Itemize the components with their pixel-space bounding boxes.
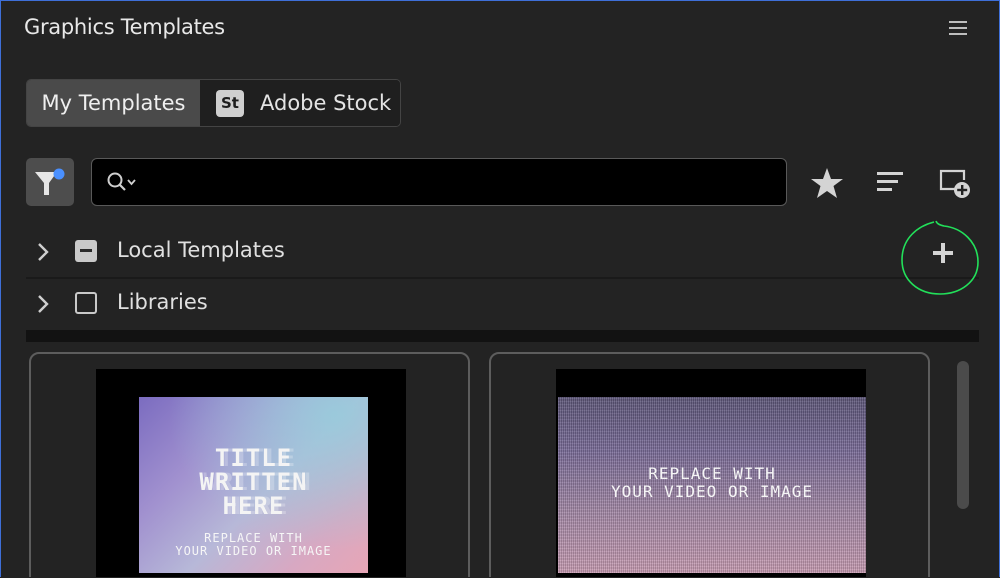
local-templates-label: Local Templates xyxy=(117,238,285,262)
sort-lines-icon[interactable] xyxy=(875,167,909,201)
source-row-libraries[interactable]: Libraries xyxy=(26,279,979,329)
tab-my-templates-label: My Templates xyxy=(41,91,186,115)
scrollbar-thumb[interactable] xyxy=(957,361,969,509)
filter-icon xyxy=(35,168,65,195)
tab-adobe-stock[interactable]: St Adobe Stock xyxy=(200,80,400,126)
panel-title: Graphics Templates xyxy=(24,15,225,39)
tab-my-templates[interactable]: My Templates xyxy=(27,80,200,126)
template-thumbnail: TITLE WRITTEN HERE REPLACE WITH YOUR VID… xyxy=(96,369,406,577)
section-divider xyxy=(26,330,979,342)
thumbnail-caption: REPLACE WITH YOUR VIDEO OR IMAGE xyxy=(610,464,814,501)
chevron-right-icon[interactable] xyxy=(36,242,50,262)
graphics-templates-panel: Graphics Templates My Templates St Adobe… xyxy=(0,0,1000,577)
hamburger-menu-icon[interactable] xyxy=(949,21,967,35)
filter-button[interactable] xyxy=(26,158,74,206)
filter-active-dot xyxy=(53,168,65,180)
template-thumbnail: REPLACE WITH YOUR VIDEO OR IMAGE xyxy=(556,369,866,577)
local-templates-checkbox[interactable] xyxy=(75,240,97,262)
source-row-local-templates[interactable]: Local Templates xyxy=(26,227,979,279)
libraries-label: Libraries xyxy=(117,290,208,314)
thumbnail-caption: REPLACE WITH YOUR VIDEO OR IMAGE xyxy=(175,531,332,558)
tab-adobe-stock-label: Adobe Stock xyxy=(260,91,392,115)
libraries-checkbox[interactable] xyxy=(75,292,97,314)
tab-bar: My Templates St Adobe Stock xyxy=(26,79,401,127)
template-card[interactable]: REPLACE WITH YOUR VIDEO OR IMAGE xyxy=(489,352,930,577)
search-input[interactable] xyxy=(144,167,768,197)
thumbnail-artwork: REPLACE WITH YOUR VIDEO OR IMAGE xyxy=(558,397,866,573)
chevron-right-icon[interactable] xyxy=(36,294,50,314)
template-card[interactable]: TITLE WRITTEN HERE REPLACE WITH YOUR VID… xyxy=(29,352,470,577)
search-field[interactable] xyxy=(91,158,787,206)
annotation-circle xyxy=(901,220,979,295)
search-icon[interactable] xyxy=(106,171,140,193)
thumbnail-title: TITLE WRITTEN HERE xyxy=(199,444,308,520)
new-item-icon[interactable] xyxy=(938,167,972,201)
thumbnail-artwork: TITLE WRITTEN HERE REPLACE WITH YOUR VID… xyxy=(139,397,368,573)
adobe-stock-icon: St xyxy=(216,89,244,117)
star-icon[interactable] xyxy=(811,167,845,201)
